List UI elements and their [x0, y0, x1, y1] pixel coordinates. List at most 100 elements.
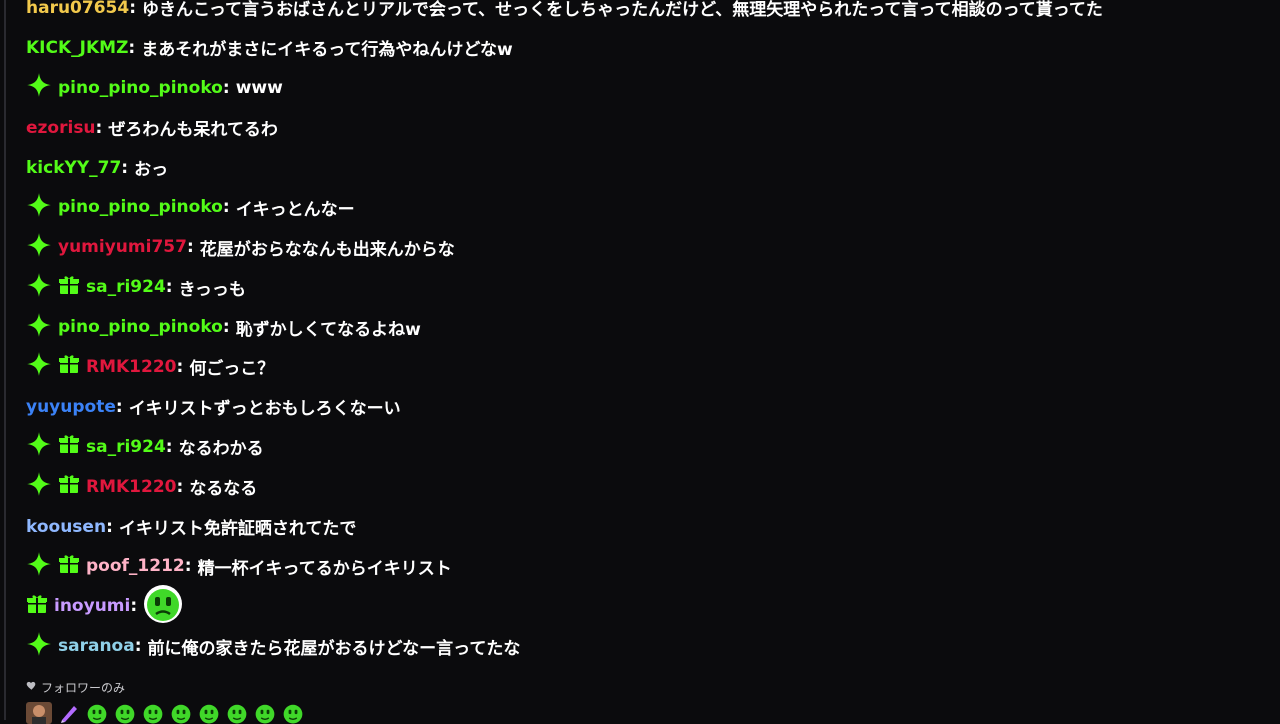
chat-message: saranoa: 前に俺の家きたら花屋がおるけどなー言ってたな — [26, 626, 1266, 666]
chat-separator: : — [165, 436, 173, 457]
sparkle-badge-icon — [26, 631, 52, 662]
chat-message-text: イキっとんなー — [235, 199, 355, 220]
sparkle-badge-icon — [26, 232, 52, 263]
chat-message-text: イキリストずっとおもしろくなーい — [128, 399, 401, 420]
gift-badge-icon — [58, 473, 80, 500]
chat-username[interactable]: saranoa — [58, 636, 135, 656]
chat-separator: : — [176, 476, 184, 497]
chat-message: pino_pino_pinoko: www — [26, 68, 1266, 108]
chat-separator: : — [186, 237, 194, 258]
chat-message: sa_ri924: なるわかる — [26, 427, 1266, 467]
chat-separator: : — [95, 117, 103, 138]
chat-message-text: 花屋がおらななんも出来んからな — [199, 239, 455, 260]
chat-separator: : — [165, 277, 173, 298]
chat-message-text: ゆきんこって言うおばさんとリアルで会って、せっくをしちゃったんだけど、無理矢理や… — [142, 0, 1103, 21]
chat-message-text: まあそれがまさにイキるって行為やねんけどなw — [141, 40, 513, 61]
chat-username[interactable]: sa_ri924 — [86, 277, 166, 297]
emote-tray — [26, 702, 326, 724]
chat-message-text: イキリスト免許証晒されてたで — [118, 519, 357, 540]
chat-username[interactable]: inoyumi — [54, 596, 130, 616]
chat-message: koousen: イキリスト免許証晒されてたで — [26, 507, 1266, 547]
sparkle-badge-icon — [26, 351, 52, 382]
green-face-emote-icon[interactable] — [198, 702, 220, 724]
sparkle-badge-icon — [26, 272, 52, 303]
chat-username[interactable]: koousen — [26, 517, 106, 537]
chat-separator: : — [121, 157, 129, 178]
chat-username[interactable]: RMK1220 — [86, 357, 177, 377]
chat-message-text: 前に俺の家きたら花屋がおるけどなー言ってたな — [147, 638, 521, 659]
chat-separator: : — [128, 37, 136, 58]
chat-message: pino_pino_pinoko: イキっとんなー — [26, 187, 1266, 227]
chat-feed: haru07654: ゆきんこって言うおばさんとリアルで会って、せっくをしちゃった… — [26, 0, 1266, 666]
chat-separator: : — [184, 556, 192, 577]
chat-username[interactable]: kickYY_77 — [26, 158, 121, 178]
chat-message: ezorisu: ぜろわんも呆れてるわ — [26, 108, 1266, 148]
chat-separator: : — [130, 596, 138, 617]
chat-username[interactable]: yuyupote — [26, 397, 116, 417]
chat-username[interactable]: ezorisu — [26, 118, 96, 138]
followers-only-label: フォロワーのみ — [41, 680, 126, 695]
chat-username[interactable]: KICK_JKMZ — [26, 38, 128, 58]
chat-message: KICK_JKMZ: まあそれがまさにイキるって行為やねんけどなw — [26, 28, 1266, 68]
gift-badge-icon — [58, 353, 80, 380]
sparkle-badge-icon — [26, 192, 52, 223]
green-face-emote-icon[interactable] — [142, 702, 164, 724]
chat-username[interactable]: sa_ri924 — [86, 437, 166, 457]
chat-separator: : — [129, 0, 137, 18]
chat-message: haru07654: ゆきんこって言うおばさんとリアルで会って、せっくをしちゃった… — [26, 0, 1266, 28]
chat-separator: : — [222, 317, 230, 338]
chat-message-text: なるわかる — [178, 439, 264, 460]
chat-message-text: おっ — [134, 160, 169, 180]
sparkle-badge-icon — [26, 72, 52, 103]
chat-message-text: 恥ずかしくてなるよねw — [235, 319, 421, 340]
gift-badge-icon — [58, 274, 80, 301]
pen-emote-icon[interactable] — [58, 702, 80, 724]
chat-message: pino_pino_pinoko: 恥ずかしくてなるよねw — [26, 307, 1266, 347]
chat-username[interactable]: pino_pino_pinoko — [58, 78, 223, 98]
green-face-emote-icon[interactable] — [282, 702, 304, 724]
chat-message: RMK1220: なるなる — [26, 467, 1266, 507]
chat-message-text: ぜろわんも呆れてるわ — [108, 120, 278, 141]
chat-message: sa_ri924: きっっも — [26, 267, 1266, 307]
chat-message: yuyupote: イキリストずっとおもしろくなーい — [26, 387, 1266, 427]
green-face-emote-icon[interactable] — [86, 702, 108, 724]
chat-message: inoyumi: — [26, 584, 1266, 629]
chat-message: kickYY_77: おっ — [26, 148, 1266, 188]
chat-username[interactable]: pino_pino_pinoko — [58, 197, 223, 217]
chat-username[interactable]: RMK1220 — [86, 477, 177, 497]
green-face-emote-icon[interactable] — [114, 702, 136, 724]
chat-separator: : — [222, 77, 230, 98]
chat-separator: : — [115, 396, 123, 417]
sparkle-badge-icon — [26, 471, 52, 502]
green-face-emote-icon[interactable] — [170, 702, 192, 724]
chat-message: RMK1220: 何ごっこ？ — [26, 347, 1266, 387]
heart-icon — [26, 680, 37, 694]
chat-separator: : — [222, 197, 230, 218]
chat-separator: : — [106, 516, 113, 537]
chat-panel-border — [4, 0, 6, 720]
avatar-emote-icon[interactable] — [26, 702, 52, 724]
sparkle-badge-icon — [26, 551, 52, 582]
chat-username[interactable]: yumiyumi757 — [58, 237, 187, 257]
chat-username[interactable]: poof_1212 — [86, 556, 185, 576]
chat-message: yumiyumi757: 花屋がおらななんも出来んからな — [26, 227, 1266, 267]
gift-badge-icon — [58, 433, 80, 460]
followers-only-indicator: フォロワーのみ — [26, 678, 125, 696]
chat-message-text: きっっも — [178, 279, 246, 300]
sparkle-badge-icon — [26, 431, 52, 462]
sparkle-badge-icon — [26, 312, 52, 343]
green-face-emote-icon[interactable] — [143, 584, 183, 629]
chat-separator: : — [134, 636, 142, 657]
gift-badge-icon — [26, 593, 48, 620]
green-face-emote-icon[interactable] — [226, 702, 248, 724]
chat-message-text: 何ごっこ？ — [189, 359, 275, 380]
chat-message-text: なるなる — [189, 479, 258, 500]
gift-badge-icon — [58, 553, 80, 580]
chat-username[interactable]: haru07654 — [26, 0, 129, 18]
chat-message: poof_1212: 精一杯イキってるからイキリスト — [26, 546, 1266, 586]
chat-separator: : — [176, 356, 184, 377]
chat-message-text: 精一杯イキってるからイキリスト — [197, 558, 452, 579]
chat-username[interactable]: pino_pino_pinoko — [58, 317, 223, 337]
green-face-emote-icon[interactable] — [254, 702, 276, 724]
chat-message-text: www — [235, 77, 283, 98]
